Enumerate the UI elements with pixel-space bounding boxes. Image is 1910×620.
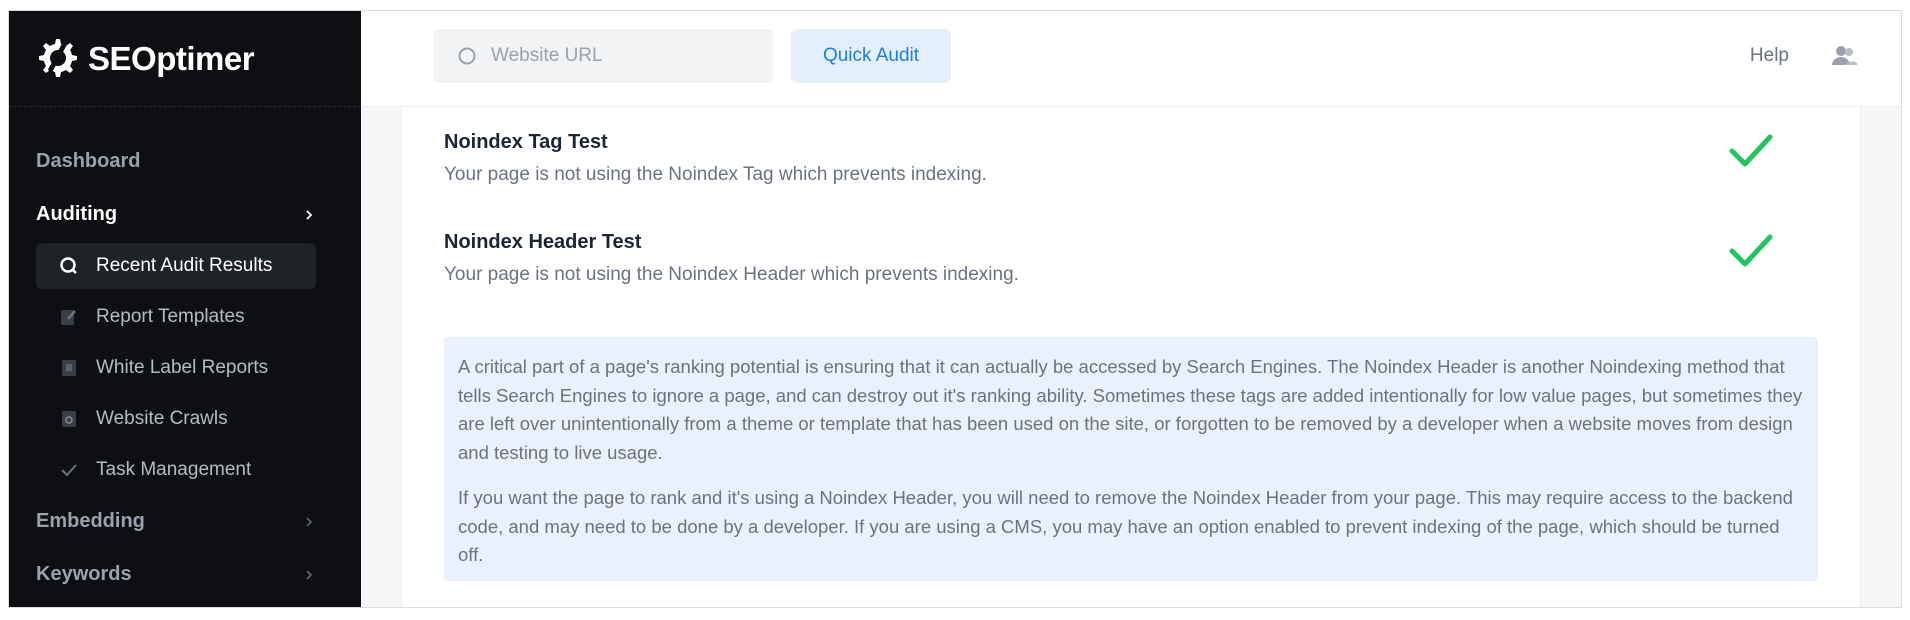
test-description: Your page is not using the Noindex Tag w… (444, 164, 987, 185)
sidebar-section-dashboard[interactable]: Dashboard (9, 135, 361, 188)
test-description: Your page is not using the Noindex Heade… (444, 264, 1019, 285)
noindex-header-test: Noindex Header Test Your page is not usi… (444, 231, 1814, 286)
logo[interactable]: SEOptimer (9, 11, 361, 107)
audit-results-panel: Noindex Tag Test Your page is not using … (401, 107, 1861, 607)
users-icon[interactable] (1831, 43, 1857, 69)
sidebar: SEOptimer Dashboard Auditing Recent Audi… (9, 11, 361, 607)
sidebar-section-auditing[interactable]: Auditing (9, 188, 361, 241)
chevron-right-icon (306, 209, 313, 220)
sidebar-item-recent-audit-results[interactable]: Recent Audit Results (36, 243, 316, 289)
chevron-right-icon (306, 569, 313, 580)
search-icon (458, 47, 476, 65)
top-header: Quick Audit Help (361, 11, 1901, 107)
document-icon (59, 358, 79, 378)
sidebar-item-label: White Label Reports (96, 356, 269, 378)
info-paragraph: If you want the page to rank and it's us… (458, 487, 1793, 565)
help-link[interactable]: Help (1750, 45, 1789, 67)
logo-gear-icon (39, 38, 77, 77)
search-box[interactable] (433, 29, 773, 83)
info-paragraph: A critical part of a page's ranking pote… (458, 356, 1803, 463)
chevron-right-icon (306, 516, 313, 527)
noindex-tag-test: Noindex Tag Test Your page is not using … (444, 131, 1814, 186)
sidebar-section-embedding[interactable]: Embedding (9, 495, 361, 548)
sidebar-item-label: Report Templates (96, 305, 245, 327)
sidebar-section-label: Embedding (36, 510, 145, 532)
pass-check-icon (1729, 134, 1773, 167)
brand-name: SEOptimer (88, 39, 255, 77)
test-title: Noindex Header Test (444, 231, 642, 253)
quick-audit-button[interactable]: Quick Audit (791, 29, 951, 83)
sidebar-item-label: Recent Audit Results (96, 255, 273, 276)
noindex-header-info-box: A critical part of a page's ranking pote… (444, 337, 1818, 581)
check-icon (59, 460, 79, 480)
sidebar-item-white-label-reports[interactable]: White Label Reports (9, 342, 361, 393)
document-search-icon (59, 409, 79, 429)
sidebar-section-label: Auditing (36, 203, 118, 225)
search-icon (59, 256, 79, 276)
pass-check-icon (1729, 234, 1773, 267)
website-url-input[interactable] (491, 45, 751, 67)
sidebar-item-label: Task Management (96, 458, 252, 480)
sidebar-section-keywords[interactable]: Keywords (9, 548, 361, 601)
test-title: Noindex Tag Test (444, 131, 608, 153)
sidebar-item-label: Website Crawls (96, 407, 228, 429)
edit-document-icon (59, 307, 79, 327)
sidebar-section-label: Keywords (36, 563, 132, 585)
sidebar-item-website-crawls[interactable]: Website Crawls (9, 393, 361, 444)
app-window: SEOptimer Dashboard Auditing Recent Audi… (8, 10, 1902, 608)
sidebar-item-task-management[interactable]: Task Management (9, 444, 361, 495)
sidebar-item-report-templates[interactable]: Report Templates (9, 291, 361, 342)
sidebar-section-label: Dashboard (36, 150, 141, 172)
sidebar-nav: Dashboard Auditing Recent Audit Results … (9, 107, 361, 601)
